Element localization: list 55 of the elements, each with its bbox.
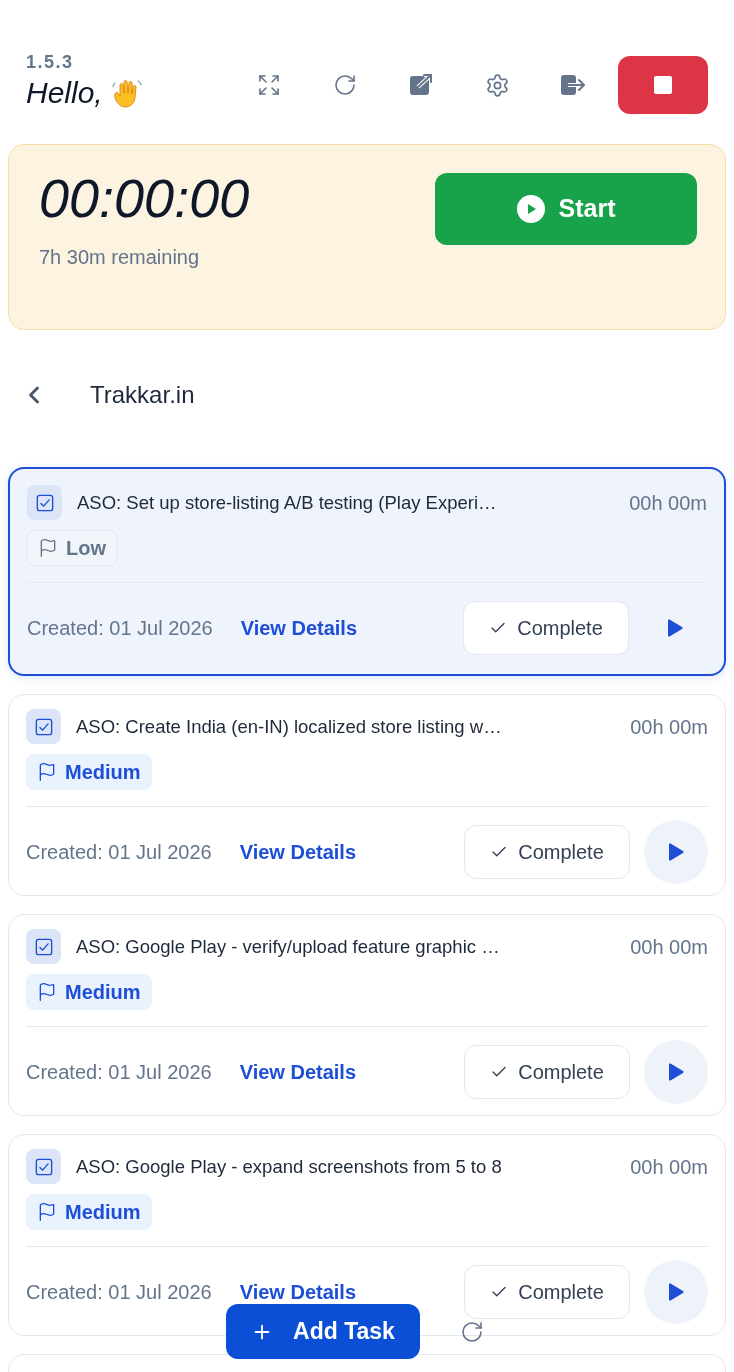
logout-icon	[560, 73, 586, 97]
checkbox-icon	[26, 709, 61, 744]
stop-icon	[654, 76, 672, 94]
checkbox-icon	[26, 929, 61, 964]
checkbox-icon	[26, 1149, 61, 1184]
external-link-icon	[409, 73, 433, 97]
priority-badge: Medium	[26, 974, 152, 1010]
flag-icon	[37, 1202, 57, 1222]
created-date: Created: 01 Jul 2026	[26, 1280, 212, 1305]
play-icon	[667, 619, 683, 637]
play-icon	[668, 1063, 684, 1081]
checkbox-icon	[27, 485, 62, 520]
task-title: ASO: Create India (en-IN) localized store listing w…	[76, 714, 503, 739]
play-icon	[668, 1283, 684, 1301]
flag-icon	[38, 538, 58, 558]
view-details-link[interactable]: View Details	[239, 1277, 357, 1307]
task-title: ASO: Google Play - expand screenshots from 5 to 8	[76, 1154, 503, 1179]
timer-display: 00:00:00	[39, 173, 250, 223]
greeting: Hello,	[26, 75, 103, 111]
remaining-time: 7h 30m remaining	[39, 246, 200, 268]
task-card[interactable]: ASO: Create India (en-IN) localized store listing w… 00h 00m Medium Created: 01 Jul 2026 View Details Complete	[8, 694, 726, 896]
complete-button[interactable]: Complete	[463, 601, 629, 655]
view-details-link[interactable]: View Details	[240, 613, 358, 643]
view-details-link[interactable]: View Details	[239, 1057, 357, 1087]
add-task-button[interactable]: Add Task	[226, 1304, 420, 1359]
complete-button[interactable]: Complete	[464, 1045, 630, 1099]
created-date: Created: 01 Jul 2026	[27, 616, 213, 641]
complete-button[interactable]: Complete	[464, 825, 630, 879]
task-title: ASO: Set up store-listing A/B testing (Play Experi…	[77, 490, 498, 515]
stop-button[interactable]	[618, 56, 708, 114]
task-card[interactable]: ASO: Google Play - verify/upload feature graphic … 00h 00m Medium Created: 01 Jul 2026 View Details Complete	[8, 914, 726, 1116]
priority-badge: Medium	[26, 1194, 152, 1230]
play-icon	[668, 843, 684, 861]
priority-badge: Low	[27, 530, 117, 566]
waving-hand-icon	[110, 77, 143, 109]
task-duration: 00h 00m	[630, 1154, 708, 1180]
task-duration: 00h 00m	[630, 934, 708, 960]
created-date: Created: 01 Jul 2026	[26, 840, 212, 865]
settings-icon	[484, 72, 510, 98]
view-details-link[interactable]: View Details	[239, 837, 357, 867]
flag-icon	[37, 982, 57, 1002]
version-label: 1.5.3	[26, 51, 75, 74]
task-duration: 00h 00m	[629, 490, 707, 516]
refresh-icon	[333, 73, 357, 97]
refresh-icon	[460, 1320, 484, 1344]
task-duration: 00h 00m	[630, 714, 708, 740]
priority-badge: Medium	[26, 754, 152, 790]
task-card[interactable]: ASO: Set up store-listing A/B testing (Play Experi… 00h 00m Low Created: 01 Jul 2026 View Details Complete	[8, 467, 726, 676]
flag-icon	[37, 762, 57, 782]
play-circle-icon	[516, 195, 545, 223]
project-title: Trakkar.in	[90, 380, 195, 410]
created-date: Created: 01 Jul 2026	[26, 1060, 212, 1085]
expand-icon	[257, 73, 281, 97]
complete-button[interactable]: Complete	[464, 1265, 630, 1319]
task-title: ASO: Google Play - verify/upload feature graphic …	[76, 934, 501, 959]
